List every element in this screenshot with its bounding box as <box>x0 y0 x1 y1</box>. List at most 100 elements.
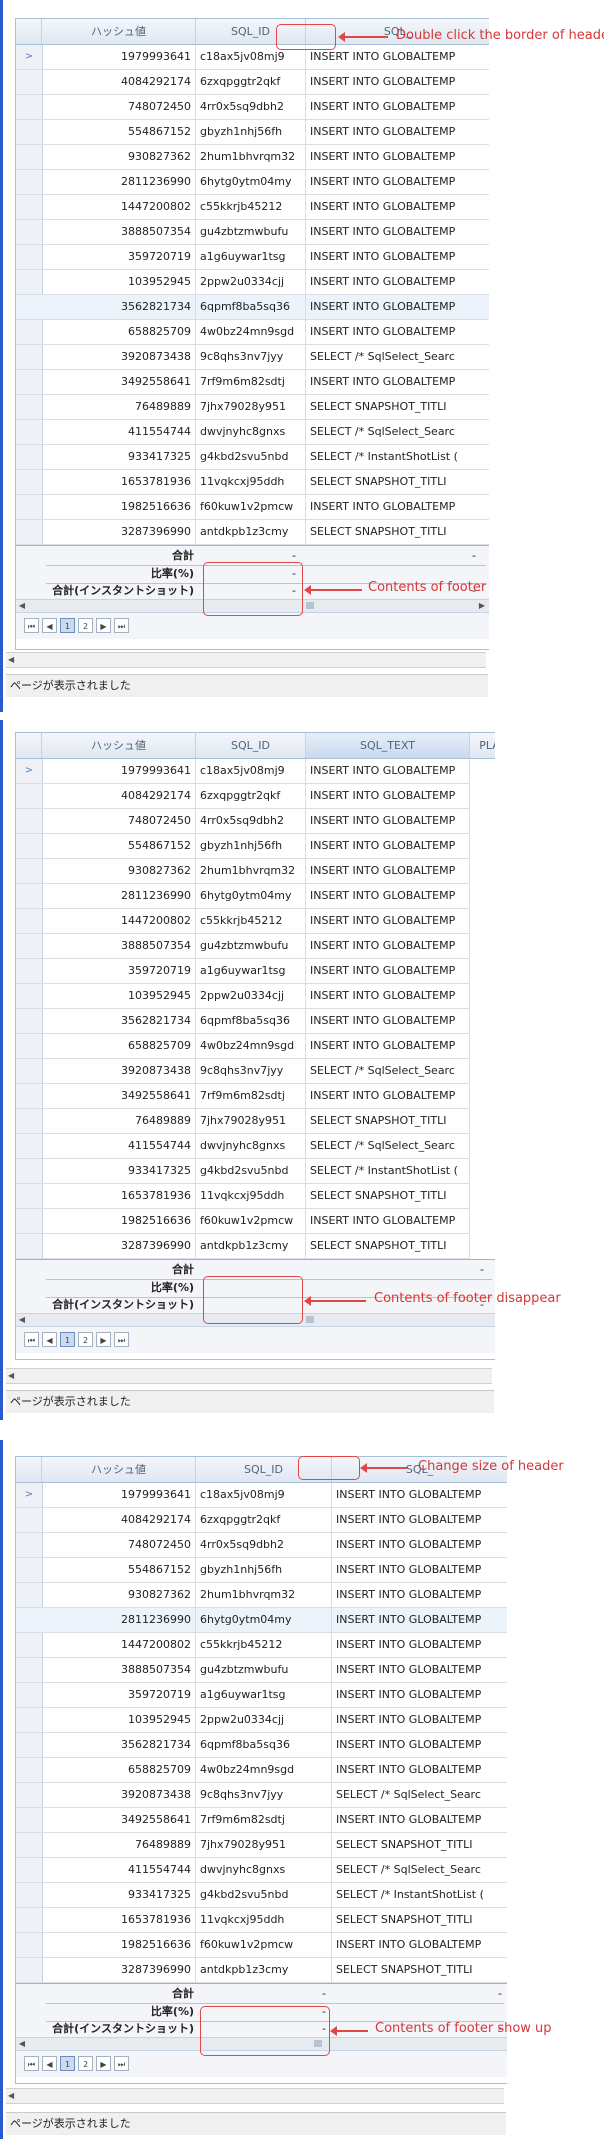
scroll-right-icon[interactable]: ▶ <box>476 600 488 612</box>
scroll-thumb[interactable] <box>306 1316 314 1323</box>
cell-sql-text[interactable]: SELECT SNAPSHOT_TITLI <box>332 1908 507 1932</box>
cell-sql-id[interactable]: 2hum1bhvrqm32 <box>196 1583 332 1607</box>
first-page-icon[interactable]: ⏮ <box>24 2056 39 2071</box>
page-1-button[interactable]: 1 <box>60 618 75 633</box>
table-row[interactable]: 3492558641 7rf9m6m82sdtj INSERT INTO GLOBA… <box>16 1084 470 1109</box>
cell-sql-text[interactable]: INSERT INTO GLOBALTEMP <box>332 1508 507 1532</box>
cell-sql-text[interactable]: INSERT INTO GLOBALTEMP <box>332 1683 507 1707</box>
table-row[interactable]: 3920873438 9c8qhs3nv7jyy SELECT /* SqlSele… <box>16 1059 470 1084</box>
prev-page-icon[interactable]: ◀ <box>42 1332 57 1347</box>
cell-hash[interactable]: 76489889 <box>42 1109 196 1133</box>
table-row[interactable]: 411554744 dwvjnyhc8gnxs SELECT /* SqlSelec… <box>16 1134 470 1159</box>
table-row[interactable]: 359720719 a1g6uywar1tsg INSERT INTO GLOBAL… <box>16 1683 507 1708</box>
cell-sql-id[interactable]: f60kuw1v2pmcw <box>196 495 306 519</box>
table-row[interactable]: 3492558641 7rf9m6m82sdtj INSERT INTO GLOBA… <box>16 370 489 395</box>
cell-hash[interactable]: 2811236990 <box>42 884 196 908</box>
table-row[interactable]: 359720719 a1g6uywar1tsg INSERT INTO GLOBAL… <box>16 959 470 984</box>
cell-sql-id[interactable]: 4w0bz24mn9sgd <box>196 1034 306 1058</box>
cell-sql-text[interactable]: SELECT SNAPSHOT_TITLI <box>332 1958 507 1982</box>
window-horizontal-scrollbar[interactable]: ◀ <box>6 2088 504 2104</box>
table-row[interactable]: 658825709 4w0bz24mn9sgd INSERT INTO GLOBAL… <box>16 320 489 345</box>
cell-sql-text[interactable]: INSERT INTO GLOBALTEMP <box>332 1733 507 1757</box>
cell-sql-id[interactable]: c18ax5jv08mj9 <box>196 1483 332 1507</box>
cell-sql-text[interactable]: INSERT INTO GLOBALTEMP <box>306 1034 470 1058</box>
cell-hash[interactable]: 411554744 <box>42 420 196 444</box>
cell-sql-text[interactable]: SELECT /* InstantShotList ( <box>306 445 489 469</box>
cell-sql-id[interactable]: 2ppw2u0334cjj <box>196 984 306 1008</box>
table-row[interactable]: 3562821734 6qpmf8ba5sq36 INSERT INTO GLOBA… <box>16 1733 507 1758</box>
cell-sql-id[interactable]: antdkpb1z3cmy <box>196 520 306 544</box>
cell-sql-id[interactable]: 7jhx79028y951 <box>196 1109 306 1133</box>
cell-hash[interactable]: 1979993641 <box>42 1483 196 1507</box>
table-row[interactable]: 103952945 2ppw2u0334cjj INSERT INTO GLOBAL… <box>16 1708 507 1733</box>
cell-sql-id[interactable]: 6qpmf8ba5sq36 <box>196 1733 332 1757</box>
cell-hash[interactable]: 3287396990 <box>42 520 196 544</box>
cell-sql-id[interactable]: 6qpmf8ba5sq36 <box>196 1009 306 1033</box>
cell-sql-text[interactable]: SELECT /* SqlSelect_Searc <box>332 1783 507 1807</box>
cell-hash[interactable]: 554867152 <box>42 834 196 858</box>
table-row[interactable]: 1653781936 11vqkcxj95ddh SELECT SNAPSHOT_… <box>16 1184 470 1209</box>
cell-sql-id[interactable]: antdkpb1z3cmy <box>196 1234 306 1258</box>
last-page-icon[interactable]: ⏭ <box>114 2056 129 2071</box>
cell-hash[interactable]: 4084292174 <box>42 1508 196 1532</box>
cell-sql-id[interactable]: 7rf9m6m82sdtj <box>196 1808 332 1832</box>
cell-sql-text[interactable]: INSERT INTO GLOBALTEMP <box>306 1009 470 1033</box>
cell-sql-id[interactable]: antdkpb1z3cmy <box>196 1958 332 1982</box>
cell-hash[interactable]: 4084292174 <box>42 784 196 808</box>
cell-sql-text[interactable]: INSERT INTO GLOBALTEMP <box>332 1483 507 1507</box>
cell-sql-id[interactable]: g4kbd2svu5nbd <box>196 445 306 469</box>
cell-hash[interactable]: 1653781936 <box>42 1184 196 1208</box>
cell-hash[interactable]: 933417325 <box>42 445 196 469</box>
cell-sql-id[interactable]: 4rr0x5sq9dbh2 <box>196 809 306 833</box>
table-row[interactable]: 2811236990 6hytg0ytm04my INSERT INTO GLOBA… <box>16 1608 507 1633</box>
table-row[interactable]: 4084292174 6zxqpggtr2qkf INSERT INTO GLOBA… <box>16 70 489 95</box>
cell-sql-text[interactable]: INSERT INTO GLOBALTEMP <box>332 1583 507 1607</box>
first-page-icon[interactable]: ⏮ <box>24 618 39 633</box>
cell-sql-id[interactable]: 11vqkcxj95ddh <box>196 1908 332 1932</box>
header-hash[interactable]: ハッシュ値 <box>42 733 196 758</box>
table-row[interactable]: 1982516636 f60kuw1v2pmcw INSERT INTO GLOBA… <box>16 495 489 520</box>
cell-sql-id[interactable]: 7jhx79028y951 <box>196 395 306 419</box>
next-page-icon[interactable]: ▶ <box>96 2056 111 2071</box>
cell-sql-id[interactable]: 4rr0x5sq9dbh2 <box>196 1533 332 1557</box>
table-row[interactable]: 3888507354 gu4zbtzmwbufu INSERT INTO GLOBA… <box>16 1658 507 1683</box>
cell-sql-text[interactable]: SELECT /* InstantShotList ( <box>306 1159 470 1183</box>
cell-sql-id[interactable]: 6hytg0ytm04my <box>196 170 306 194</box>
table-row[interactable]: 930827362 2hum1bhvrqm32 INSERT INTO GLOBAL… <box>16 859 470 884</box>
last-page-icon[interactable]: ⏭ <box>114 1332 129 1347</box>
cell-sql-id[interactable]: 9c8qhs3nv7jyy <box>196 1059 306 1083</box>
window-horizontal-scrollbar[interactable]: ◀ <box>6 1368 492 1384</box>
table-row[interactable]: 3492558641 7rf9m6m82sdtj INSERT INTO GLOBA… <box>16 1808 507 1833</box>
cell-sql-text[interactable]: INSERT INTO GLOBALTEMP <box>306 495 489 519</box>
cell-hash[interactable]: 103952945 <box>42 270 196 294</box>
cell-hash[interactable]: 359720719 <box>42 245 196 269</box>
cell-sql-id[interactable]: 7jhx79028y951 <box>196 1833 332 1857</box>
cell-sql-text[interactable]: INSERT INTO GLOBALTEMP <box>306 934 470 958</box>
first-page-icon[interactable]: ⏮ <box>24 1332 39 1347</box>
cell-hash[interactable]: 3562821734 <box>42 295 196 319</box>
cell-sql-id[interactable]: gu4zbtzmwbufu <box>196 220 306 244</box>
cell-sql-id[interactable]: gbyzh1nhj56fh <box>196 120 306 144</box>
table-row[interactable]: >1979993641 c18ax5jv08mj9 INSERT INTO GLOB… <box>16 759 470 784</box>
table-row[interactable]: 3562821734 6qpmf8ba5sq36 INSERT INTO GLOBA… <box>16 1009 470 1034</box>
cell-sql-text[interactable]: INSERT INTO GLOBALTEMP <box>306 120 489 144</box>
cell-sql-id[interactable]: a1g6uywar1tsg <box>196 245 306 269</box>
table-row[interactable]: 1447200802 c55kkrjb45212 INSERT INTO GLOBA… <box>16 909 470 934</box>
cell-sql-text[interactable]: INSERT INTO GLOBALTEMP <box>306 1084 470 1108</box>
cell-hash[interactable]: 658825709 <box>42 1034 196 1058</box>
cell-hash[interactable]: 4084292174 <box>42 70 196 94</box>
prev-page-icon[interactable]: ◀ <box>42 2056 57 2071</box>
cell-hash[interactable]: 930827362 <box>42 1583 196 1607</box>
cell-sql-text[interactable]: INSERT INTO GLOBALTEMP <box>332 1808 507 1832</box>
table-row[interactable]: 3888507354 gu4zbtzmwbufu INSERT INTO GLOBA… <box>16 934 470 959</box>
scroll-left-icon[interactable]: ◀ <box>16 2038 28 2050</box>
cell-hash[interactable]: 76489889 <box>42 1833 196 1857</box>
table-row[interactable]: 1982516636 f60kuw1v2pmcw INSERT INTO GLOBA… <box>16 1933 507 1958</box>
table-row[interactable]: 359720719 a1g6uywar1tsg INSERT INTO GLOBAL… <box>16 245 489 270</box>
cell-sql-id[interactable]: gbyzh1nhj56fh <box>196 834 306 858</box>
cell-hash[interactable]: 748072450 <box>42 95 196 119</box>
table-row[interactable]: 76489889 7jhx79028y951 SELECT SNAPSHOT_TI… <box>16 1833 507 1858</box>
cell-hash[interactable]: 748072450 <box>42 1533 196 1557</box>
cell-sql-id[interactable]: 6zxqpggtr2qkf <box>196 784 306 808</box>
table-row[interactable]: 3287396990 antdkpb1z3cmy SELECT SNAPSHOT_… <box>16 1958 507 1983</box>
